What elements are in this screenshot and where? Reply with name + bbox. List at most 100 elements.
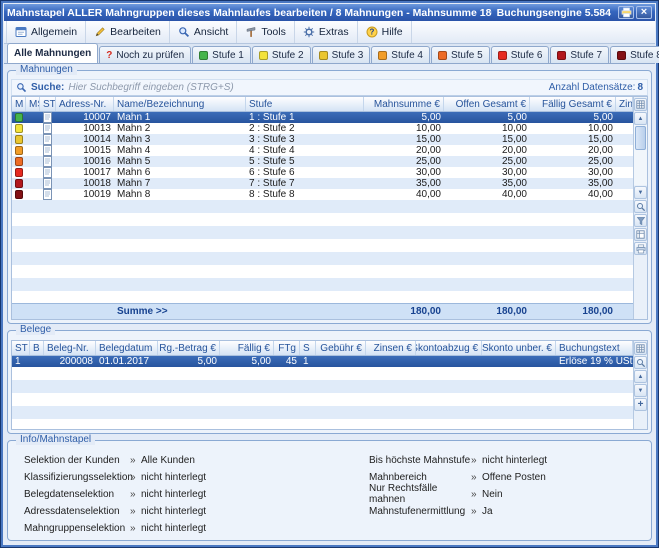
cell-faellig: 25,00 [530, 156, 616, 167]
document-icon [43, 123, 52, 134]
mahnungen-side-strip: ▲ ▼ [633, 97, 647, 319]
menu-label: Bearbeiten [110, 26, 161, 38]
mahnungen-table-header[interactable]: M MS ST Adress-Nr. Name/Bezeichnung Stuf… [12, 97, 633, 112]
scroll-down-button[interactable]: ▼ [634, 186, 647, 199]
tab-label: Stufe 2 [272, 50, 304, 61]
cell-faellig: 15,00 [530, 134, 616, 145]
info-label: Bis höchste Mahnstufe [369, 455, 471, 466]
cell-mahnsumme: 20,00 [364, 145, 444, 156]
zoom-button[interactable] [634, 200, 647, 213]
col-header-m: M [12, 97, 26, 111]
table-row[interactable]: 10014 Mahn 3 3 : Stufe 3 15,00 15,00 15,… [12, 134, 633, 145]
menu-allgemein[interactable]: Allgemein [6, 21, 86, 43]
filter-button[interactable] [634, 214, 647, 227]
marker-icon: » [471, 489, 482, 500]
print-button[interactable] [618, 6, 634, 19]
app-window: Mahnstapel ALLER Mahngruppen dieses Mahn… [0, 0, 659, 548]
close-button[interactable]: × [636, 6, 652, 19]
cell-adressnr: 10017 [56, 167, 114, 178]
scroll-up-button[interactable]: ▲ [634, 112, 647, 125]
search-input[interactable] [68, 82, 544, 93]
menu-tools[interactable]: Tools [237, 21, 295, 43]
tab-stufe-8[interactable]: Stufe 8 [610, 46, 659, 63]
menu-bearbeiten[interactable]: Bearbeiten [86, 21, 170, 43]
tab-stufe-4[interactable]: Stufe 4 [371, 46, 430, 63]
info-value: nicht hinterlegt [141, 472, 206, 483]
info-row: Adressdatenselektion » nicht hinterlegt [24, 504, 369, 518]
cell-name: Mahn 8 [114, 189, 246, 200]
table-row[interactable]: 10013 Mahn 2 2 : Stufe 2 10,00 10,00 10,… [12, 123, 633, 134]
cell-faellig: 20,00 [530, 145, 616, 156]
vertical-scrollbar[interactable] [634, 125, 647, 185]
col-header-belegdatum: Belegdatum [96, 341, 158, 355]
add-button[interactable]: + [634, 398, 647, 411]
table-row[interactable]: 10007 Mahn 1 1 : Stufe 1 5,00 5,00 5,00 [12, 112, 633, 123]
cell-stufe: 7 : Stufe 7 [246, 178, 364, 189]
tab-stufe-1[interactable]: Stufe 1 [192, 46, 251, 63]
tab-stufe-3[interactable]: Stufe 3 [312, 46, 371, 63]
scrollbar-thumb[interactable] [635, 126, 646, 150]
marker-icon: » [130, 489, 141, 500]
print-list-button[interactable] [634, 242, 647, 255]
layout-button[interactable] [634, 228, 647, 241]
info-value: Ja [482, 506, 493, 517]
col-header-stufe: Stufe [246, 97, 364, 111]
table-row[interactable]: 10017 Mahn 6 6 : Stufe 6 30,00 30,00 30,… [12, 167, 633, 178]
tab-stufe-7[interactable]: Stufe 7 [550, 46, 609, 63]
info-row: Klassifizierungsselektion » nicht hinter… [24, 470, 369, 484]
info-label: Belegdatenselektion [24, 489, 130, 500]
info-value: Nein [482, 489, 503, 500]
menu-extras[interactable]: Extras [295, 21, 358, 43]
col-header-b: B [30, 341, 44, 355]
col-header-mahnsumme: Mahnsumme € [364, 97, 444, 111]
info-value: Offene Posten [482, 472, 546, 483]
cell-stufe: 4 : Stufe 4 [246, 145, 364, 156]
tab-noch-zu-pruefen[interactable]: ? Noch zu prüfen [99, 46, 191, 63]
question-icon: ? [106, 50, 112, 61]
record-count-value: 8 [637, 82, 643, 93]
tab-stufe-5[interactable]: Stufe 5 [431, 46, 490, 63]
col-header-ftg: FTg [274, 341, 300, 355]
mahnungen-table: M MS ST Adress-Nr. Name/Bezeichnung Stuf… [11, 96, 648, 320]
tab-stufe-2[interactable]: Stufe 2 [252, 46, 311, 63]
menu-ansicht[interactable]: Ansicht [170, 21, 237, 43]
empty-rows [12, 200, 633, 303]
column-chooser-button[interactable] [634, 98, 647, 111]
svg-text:?: ? [369, 28, 374, 37]
tab-label: Stufe 6 [511, 50, 543, 61]
gear-icon [303, 26, 315, 38]
col-header-buchungstext: Buchungstext [556, 341, 633, 355]
document-icon [43, 167, 52, 178]
info-label: Selektion der Kunden [24, 455, 130, 466]
info-value: nicht hinterlegt [141, 489, 206, 500]
table-row[interactable]: 10015 Mahn 4 4 : Stufe 4 20,00 20,00 20,… [12, 145, 633, 156]
table-row[interactable]: 10019 Mahn 8 8 : Stufe 8 40,00 40,00 40,… [12, 189, 633, 200]
belege-table-header[interactable]: ST B Beleg-Nr. Belegdatum Rg.-Betrag € F… [12, 341, 633, 356]
info-value: nicht hinterlegt [141, 523, 206, 534]
column-chooser-button[interactable] [634, 342, 647, 355]
beleg-zoom-button[interactable] [634, 356, 647, 369]
move-down-button[interactable]: ▼ [634, 384, 647, 397]
marker-icon: » [130, 523, 141, 534]
cell-offen: 30,00 [444, 167, 530, 178]
status-color-icon [15, 146, 23, 155]
move-up-button[interactable]: ▲ [634, 370, 647, 383]
document-icon [43, 156, 52, 167]
col-header-faellig: Fällig € [220, 341, 274, 355]
col-header-s: S [300, 341, 316, 355]
table-row[interactable]: 10016 Mahn 5 5 : Stufe 5 25,00 25,00 25,… [12, 156, 633, 167]
info-label: Nur Rechtsfälle mahnen [369, 483, 471, 505]
printer-icon [636, 244, 646, 254]
tab-stufe-6[interactable]: Stufe 6 [491, 46, 550, 63]
cell-name: Mahn 1 [114, 112, 246, 123]
marker-icon: » [130, 506, 141, 517]
close-icon: × [641, 7, 647, 18]
menubar: Allgemein Bearbeiten Ansicht Tools [4, 21, 655, 44]
window-title: Mahnstapel ALLER Mahngruppen dieses Mahn… [7, 7, 492, 19]
table-row[interactable]: 10018 Mahn 7 7 : Stufe 7 35,00 35,00 35,… [12, 178, 633, 189]
beleg-row[interactable]: 1 200008 01.01.2017 5,00 5,00 45 1 [12, 356, 633, 367]
cell-mahnsumme: 40,00 [364, 189, 444, 200]
menu-hilfe[interactable]: ? Hilfe [358, 21, 412, 43]
tab-alle-mahnungen[interactable]: Alle Mahnungen [7, 43, 98, 63]
info-label: Adressdatenselektion [24, 506, 130, 517]
